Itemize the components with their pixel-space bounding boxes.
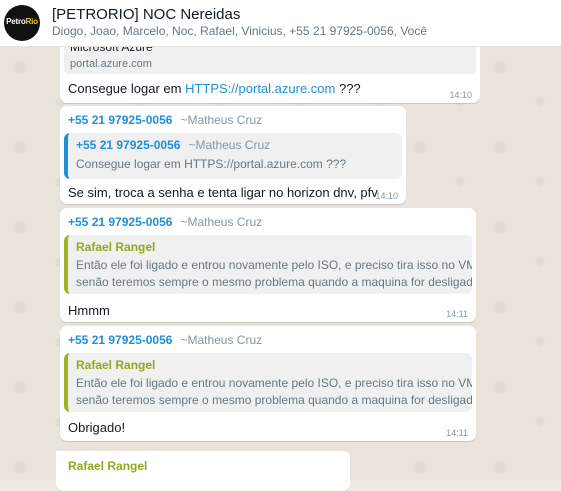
- message-time: 14:10: [449, 90, 472, 100]
- quoted-sender: Rafael Rangel: [76, 240, 156, 254]
- message-text: Se sim, troca a senha e tenta ligar no h…: [68, 185, 378, 200]
- message-text: Consegue logar em HTTPS://portal.azure.c…: [68, 81, 361, 96]
- message-sender[interactable]: +55 21 97925-0056 ~Matheus Cruz: [68, 333, 262, 347]
- sender-phone[interactable]: +55 21 97925-0056: [68, 215, 172, 229]
- quoted-message[interactable]: +55 21 97925-0056 ~Matheus Cruz Consegue …: [64, 133, 402, 179]
- message-time: 14:11: [446, 428, 468, 438]
- quoted-text-line: Então ele foi ligado e entrou novamente …: [76, 376, 472, 390]
- message-time: 14:10: [375, 191, 398, 201]
- quoted-text: Consegue logar em HTTPS://portal.azure.c…: [76, 157, 347, 171]
- message-bubble[interactable]: +55 21 97925-0056 ~Matheus Cruz Rafael Ra…: [60, 208, 476, 322]
- message-link[interactable]: HTTPS://portal.azure.com: [185, 81, 335, 96]
- quoted-message[interactable]: Rafael Rangel Então ele foi ligado e ent…: [64, 235, 472, 294]
- message-bubble[interactable]: Rafael Rangel: [56, 451, 350, 491]
- quoted-sender: Rafael Rangel: [76, 358, 156, 372]
- message-text: Hmmm: [68, 303, 110, 318]
- sender-alias: ~Matheus Cruz: [180, 333, 263, 347]
- message-bubble[interactable]: +55 21 97925-0056 ~Matheus Cruz +55 21 97…: [60, 106, 406, 204]
- sender-alias: ~Matheus Cruz: [180, 113, 263, 127]
- sender-phone[interactable]: +55 21 97925-0056: [68, 113, 172, 127]
- link-preview-domain: portal.azure.com: [70, 58, 152, 70]
- message-bubble[interactable]: +55 21 97925-0056 ~Matheus Cruz Rafael Ra…: [60, 326, 476, 441]
- group-participants: Diogo, Joao, Marcelo, Noc, Rafael, Vinic…: [52, 24, 428, 38]
- quoted-message[interactable]: Rafael Rangel Então ele foi ligado e ent…: [64, 353, 472, 412]
- chat-header[interactable]: PetroRio [PETRORIO] NOC Nereidas Diogo, …: [0, 0, 561, 47]
- quoted-text-line: Então ele foi ligado e entrou novamente …: [76, 258, 472, 272]
- message-sender-name[interactable]: Rafael Rangel: [68, 459, 147, 473]
- sender-phone[interactable]: +55 21 97925-0056: [68, 333, 172, 347]
- group-title: [PETRORIO] NOC Nereidas: [52, 6, 241, 23]
- message-text: Obrigado!: [68, 420, 126, 435]
- message-time: 14:11: [446, 309, 468, 319]
- group-avatar[interactable]: PetroRio: [4, 5, 40, 41]
- quoted-sender: +55 21 97925-0056 ~Matheus Cruz: [76, 138, 271, 152]
- petrorio-logo: PetroRio: [6, 17, 38, 26]
- message-sender[interactable]: +55 21 97925-0056 ~Matheus Cruz: [68, 113, 262, 127]
- message-sender[interactable]: +55 21 97925-0056 ~Matheus Cruz: [68, 215, 262, 229]
- quoted-text-line: senão teremos sempre o mesmo problema qu…: [76, 393, 472, 407]
- quoted-text-line: senão teremos sempre o mesmo problema qu…: [76, 275, 472, 289]
- sender-alias: ~Matheus Cruz: [180, 215, 263, 229]
